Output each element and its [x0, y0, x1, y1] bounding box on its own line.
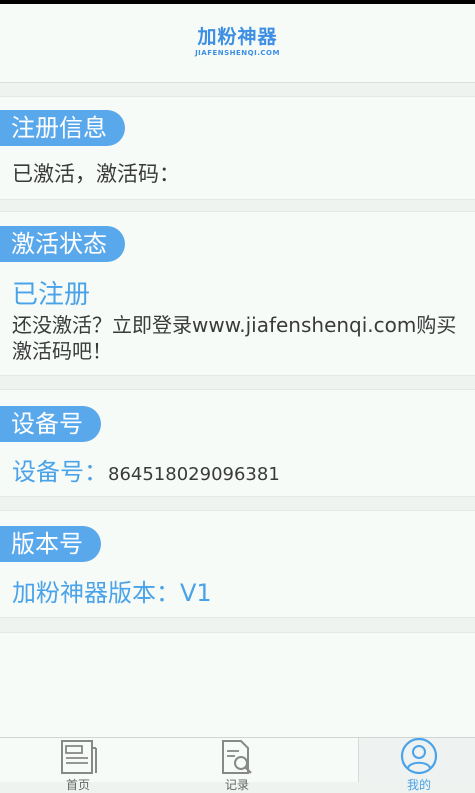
user-icon: [400, 738, 438, 775]
device-tag: 设备号: [0, 406, 101, 442]
app-logo: 加粉神器 JIAFENSHENQI.COM: [0, 26, 475, 58]
app-header: 加粉神器 JIAFENSHENQI.COM: [0, 4, 475, 83]
document-icon: [61, 740, 97, 774]
activation-status: 已注册: [12, 280, 91, 310]
version-card: 版本号 加粉神器版本：V1: [0, 510, 475, 618]
device-card: 设备号 设备号：864518029096381: [0, 389, 475, 497]
activation-card: 激活状态 已注册 还没激活？立即登录www.jiafenshenqi.com购买…: [0, 211, 475, 376]
activation-hint[interactable]: 还没激活？立即登录www.jiafenshenqi.com购买激活码吧！: [12, 312, 472, 364]
registration-card: 注册信息 已激活，激活码：: [0, 96, 475, 200]
logo-title: 加粉神器: [197, 26, 278, 48]
tab-home-label: 首页: [65, 778, 90, 792]
device-label: 设备号：: [12, 458, 108, 486]
registration-tag: 注册信息: [0, 110, 125, 146]
bottom-tab-bar: 首页 记录 我的: [0, 737, 475, 792]
tab-records-label: 记录: [224, 778, 249, 792]
device-value: 864518029096381: [108, 464, 280, 485]
device-number-row: 设备号：864518029096381: [12, 452, 280, 487]
search-document-icon: [222, 740, 252, 774]
registration-text: 已激活，激活码：: [12, 162, 180, 186]
tab-home[interactable]: 首页: [18, 738, 138, 792]
tab-profile-label: 我的: [406, 778, 431, 792]
empty-card: [0, 632, 475, 738]
version-tag: 版本号: [0, 526, 101, 562]
tab-profile[interactable]: 我的: [358, 738, 475, 792]
activation-tag: 激活状态: [0, 226, 125, 262]
tab-records[interactable]: 记录: [177, 738, 297, 792]
version-text: 加粉神器版本：V1: [12, 579, 212, 607]
logo-subtitle: JIAFENSHENQI.COM: [195, 49, 280, 57]
